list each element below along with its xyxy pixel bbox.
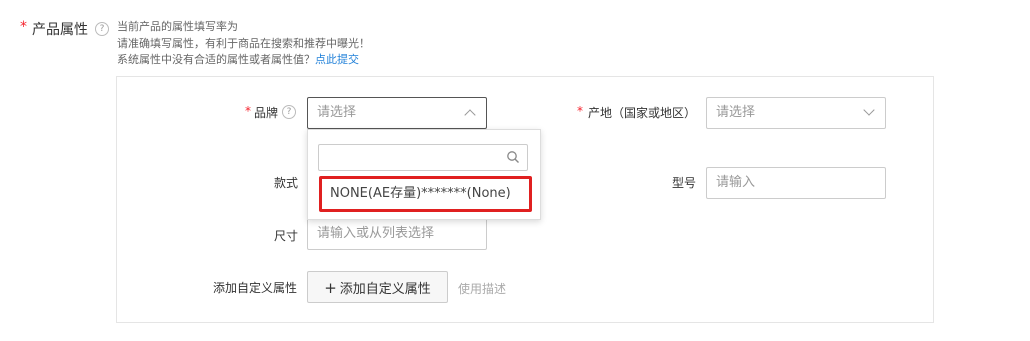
submit-tip: 系统属性中没有合适的属性或者属性值？点此提交 <box>117 52 359 67</box>
submit-tip-text: 系统属性中没有合适的属性或者属性值？ <box>117 53 315 66</box>
plus-icon: + <box>324 279 337 297</box>
chevron-up-icon <box>464 109 476 121</box>
brand-option[interactable]: NONE(AE存量)*******(None) <box>319 176 532 212</box>
required-mark: * <box>245 104 251 118</box>
required-mark: * <box>20 19 27 35</box>
brand-select-placeholder: 请选择 <box>317 105 357 120</box>
brand-search-input[interactable] <box>318 144 528 171</box>
size-label: 尺寸 <box>274 229 299 243</box>
usage-description-link[interactable]: 使用描述 <box>458 280 506 297</box>
question-circle-icon[interactable]: ? <box>282 105 296 119</box>
question-circle-icon[interactable]: ? <box>95 22 109 36</box>
brand-label: 品牌 <box>254 106 279 120</box>
required-mark: * <box>577 104 583 118</box>
model-input[interactable]: 请输入 <box>706 167 886 199</box>
model-input-placeholder: 请输入 <box>716 175 756 190</box>
style-label: 款式 <box>274 176 299 190</box>
origin-select-placeholder: 请选择 <box>716 105 756 120</box>
brand-select[interactable]: 请选择 <box>307 97 487 129</box>
fill-rate-tip: 当前产品的属性填写率为 <box>117 20 238 33</box>
brand-dropdown: NONE(AE存量)*******(None) <box>307 129 541 220</box>
size-combobox[interactable]: 请输入或从列表选择 <box>307 218 487 250</box>
section-title: 产品属性 <box>32 22 88 38</box>
size-input-placeholder: 请输入或从列表选择 <box>317 226 435 241</box>
origin-select[interactable]: 请选择 <box>706 97 886 129</box>
submit-link[interactable]: 点此提交 <box>315 53 359 66</box>
model-label: 型号 <box>672 176 697 190</box>
custom-attributes-label: 添加自定义属性 <box>213 281 298 295</box>
chevron-down-icon <box>863 104 875 116</box>
search-icon <box>507 151 519 163</box>
add-custom-attribute-label: 添加自定义属性 <box>339 282 431 297</box>
add-custom-attribute-button[interactable]: + 添加自定义属性 <box>307 271 448 303</box>
origin-label: 产地（国家或地区） <box>588 106 697 120</box>
exposure-tip: 请准确填写属性，有利于商品在搜索和推荐中曝光！ <box>117 37 370 50</box>
